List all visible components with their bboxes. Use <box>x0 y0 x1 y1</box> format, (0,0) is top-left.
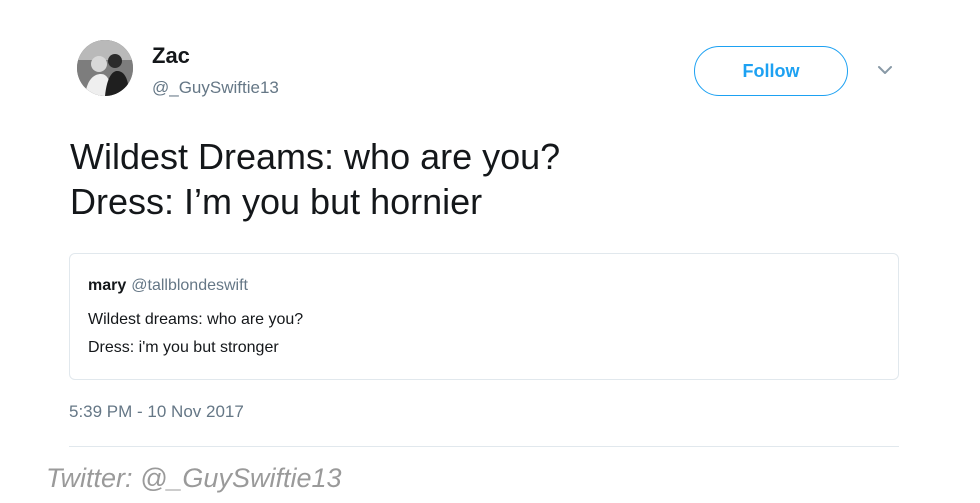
quoted-tweet-text: Wildest dreams: who are you? Dress: i'm … <box>88 306 303 362</box>
author-handle[interactable]: @_GuySwiftie13 <box>152 78 279 98</box>
profile-photo-icon <box>77 40 133 96</box>
quoted-author-handle: @tallblondeswift <box>131 277 248 294</box>
author-avatar[interactable] <box>77 40 133 96</box>
follow-button[interactable]: Follow <box>694 46 848 96</box>
author-display-name[interactable]: Zac <box>152 43 190 69</box>
quoted-author-name: mary <box>88 277 127 294</box>
quoted-tweet-header: mary @tallblondeswift <box>88 276 248 296</box>
quoted-tweet-card[interactable]: mary @tallblondeswift Wildest dreams: who… <box>69 253 899 380</box>
image-credit: Twitter: @_GuySwiftie13 <box>46 463 342 493</box>
tweet-embed: Zac @_GuySwiftie13 Follow Wildest Dreams… <box>0 0 980 503</box>
quoted-tweet-line: Dress: i'm you but stronger <box>88 339 279 356</box>
divider <box>69 446 899 447</box>
tweet-timestamp[interactable]: 5:39 PM - 10 Nov 2017 <box>69 402 244 422</box>
tweet-text-line: Wildest Dreams: who are you? <box>70 136 561 177</box>
quoted-tweet-line: Wildest dreams: who are you? <box>88 311 304 328</box>
tweet-text: Wildest Dreams: who are you? Dress: I’m … <box>70 134 890 224</box>
chevron-down-icon[interactable] <box>876 63 894 77</box>
tweet-text-line: Dress: I’m you but hornier <box>70 181 483 222</box>
